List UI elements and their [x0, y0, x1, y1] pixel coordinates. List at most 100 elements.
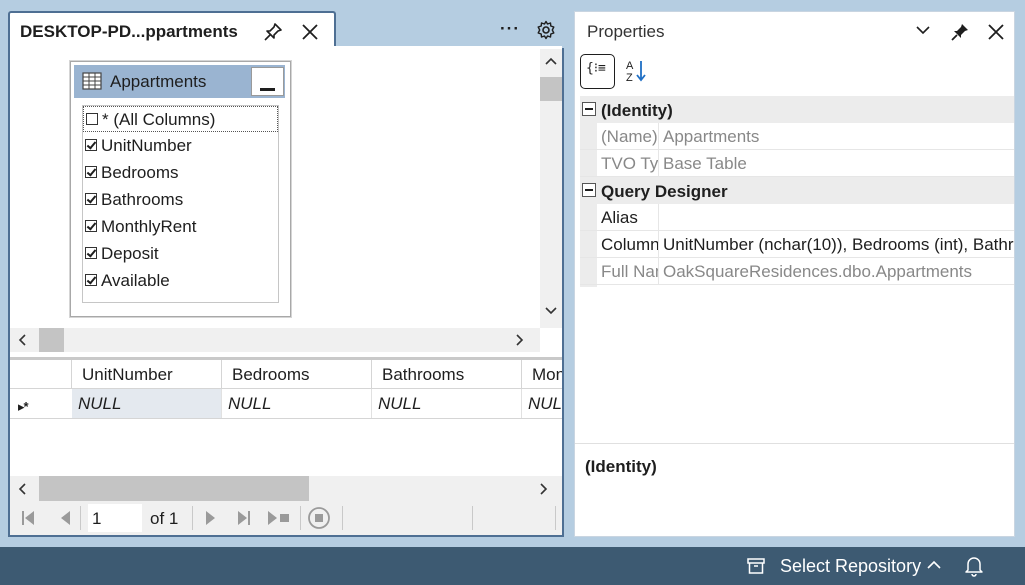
property-row-column-list[interactable]: Column List UnitNumber (nchar(10)), Bedr… [580, 231, 1014, 258]
query-designer-window: DESKTOP-PD...ppartments ··· Appartments [8, 11, 564, 537]
chevron-down-icon[interactable] [916, 25, 930, 35]
column-item-bedrooms[interactable]: Bedrooms [83, 160, 278, 186]
property-name: Column List [601, 231, 659, 257]
new-record-icon[interactable] [266, 510, 292, 526]
close-icon[interactable] [986, 22, 1006, 42]
row-header-corner [10, 360, 72, 389]
collapse-icon[interactable] [582, 183, 596, 197]
column-header[interactable]: Bathrooms [372, 360, 522, 389]
minimize-button[interactable] [251, 67, 284, 96]
column-item-all-columns[interactable]: * (All Columns) [83, 106, 278, 132]
page-count-label: of 1 [150, 509, 179, 528]
properties-title: Properties [587, 22, 665, 41]
category-query-designer[interactable]: Query Designer [580, 177, 1014, 204]
table-icon [82, 72, 102, 90]
scrollbar-thumb[interactable] [39, 476, 309, 501]
column-checkbox[interactable] [85, 220, 97, 232]
scrollbar-thumb[interactable] [540, 77, 562, 101]
column-checkbox[interactable] [86, 113, 98, 125]
svg-text:Z: Z [626, 72, 633, 84]
grid-horizontal-scrollbar[interactable] [10, 476, 562, 501]
scrollbar-thumb[interactable] [39, 328, 64, 352]
property-name: Full Name [601, 258, 659, 284]
grid-cell[interactable]: NULL [372, 389, 522, 418]
pin-icon[interactable] [950, 22, 970, 42]
column-checkbox[interactable] [85, 166, 97, 178]
diagram-vertical-scrollbar[interactable] [540, 49, 562, 339]
document-tab[interactable]: DESKTOP-PD...ppartments [8, 11, 336, 48]
record-navigation-bar: 1 of 1 [10, 501, 562, 535]
results-grid-pane: UnitNumber Bedrooms Bathrooms MonthlyRen… [10, 360, 562, 535]
notification-bell-icon[interactable] [964, 555, 984, 577]
table-diagram-header[interactable]: Appartments [74, 65, 285, 98]
table-row[interactable]: ▸* NULL NULL NULL NULL [10, 389, 562, 419]
column-checkbox[interactable] [85, 247, 97, 259]
chevron-down-icon[interactable] [545, 307, 557, 315]
select-repository-button[interactable]: Select Repository [780, 556, 921, 577]
description-divider [575, 443, 1014, 444]
column-header[interactable]: UnitNumber [72, 360, 222, 389]
repository-icon[interactable] [746, 556, 766, 576]
property-name: TVO Type [601, 150, 659, 176]
alphabetical-sort-icon[interactable]: A Z [625, 58, 651, 84]
column-item-deposit[interactable]: Deposit [83, 241, 278, 267]
property-row-full-name[interactable]: Full Name OakSquareResidences.dbo.Appart… [580, 258, 1014, 285]
nav-separator [342, 506, 343, 530]
chevron-left-icon[interactable] [18, 483, 26, 495]
chevron-right-icon[interactable] [516, 334, 524, 346]
property-row-alias[interactable]: Alias [580, 204, 1014, 231]
column-item-unitnumber[interactable]: UnitNumber [83, 133, 278, 159]
property-row-name[interactable]: (Name) Appartments [580, 123, 1014, 150]
property-row-tvo-type[interactable]: TVO Type Base Table [580, 150, 1014, 177]
grid-cell[interactable]: NULL [72, 389, 222, 418]
first-record-icon[interactable] [20, 510, 36, 526]
gear-icon[interactable] [536, 20, 556, 40]
property-value[interactable]: UnitNumber (nchar(10)), Bedrooms (int), … [663, 235, 1014, 255]
chevron-right-icon[interactable] [540, 483, 548, 495]
svg-text:A: A [626, 60, 634, 72]
column-label: * (All Columns) [102, 110, 216, 129]
nav-separator [555, 506, 556, 530]
grid-cell[interactable]: NULL [522, 389, 562, 418]
pin-icon[interactable] [263, 22, 283, 42]
grid-header: UnitNumber Bedrooms Bathrooms MonthlyRen… [10, 360, 562, 389]
property-grid: (Identity) (Name) Appartments TVO Type B… [580, 96, 1014, 287]
stop-icon[interactable] [308, 507, 330, 529]
column-label: Deposit [101, 244, 159, 263]
properties-panel: Properties {⁝≡ A Z (Identity) (Name) App… [574, 11, 1015, 537]
table-diagram[interactable]: Appartments * (All Columns) UnitNumber B… [69, 60, 292, 318]
table-name: Appartments [110, 72, 207, 91]
page-number-input[interactable]: 1 [88, 504, 142, 532]
categorized-view-button[interactable]: {⁝≡ [580, 54, 615, 89]
document-tab-bar: DESKTOP-PD...ppartments ··· [8, 11, 564, 48]
property-name: (Name) [601, 123, 659, 149]
property-name: Alias [601, 204, 659, 230]
chevron-up-icon[interactable] [545, 57, 557, 65]
collapse-icon[interactable] [582, 102, 596, 116]
category-identity[interactable]: (Identity) [580, 96, 1014, 123]
column-checkbox[interactable] [85, 139, 97, 151]
column-header[interactable]: Bedrooms [222, 360, 372, 389]
previous-record-icon[interactable] [58, 510, 74, 526]
scrollbar-corner [540, 328, 562, 352]
column-header[interactable]: MonthlyRent [522, 360, 562, 389]
close-icon[interactable] [300, 22, 320, 42]
categorized-icon: {⁝≡ [586, 61, 606, 76]
last-record-icon[interactable] [236, 510, 252, 526]
column-item-monthlyrent[interactable]: MonthlyRent [83, 214, 278, 240]
nav-separator [472, 506, 473, 530]
column-item-available[interactable]: Available [83, 268, 278, 294]
column-checkbox[interactable] [85, 193, 97, 205]
next-record-icon[interactable] [202, 510, 218, 526]
new-row-indicator: ▸* [18, 399, 29, 414]
chevron-left-icon[interactable] [18, 334, 26, 346]
nav-separator [300, 506, 301, 530]
category-name: (Identity) [601, 101, 673, 120]
diagram-horizontal-scrollbar[interactable] [10, 328, 540, 352]
nav-separator [80, 506, 81, 530]
chevron-up-icon[interactable] [927, 560, 941, 570]
column-item-bathrooms[interactable]: Bathrooms [83, 187, 278, 213]
grid-cell[interactable]: NULL [222, 389, 372, 418]
column-checkbox[interactable] [85, 274, 97, 286]
more-options-button[interactable]: ··· [500, 19, 520, 39]
